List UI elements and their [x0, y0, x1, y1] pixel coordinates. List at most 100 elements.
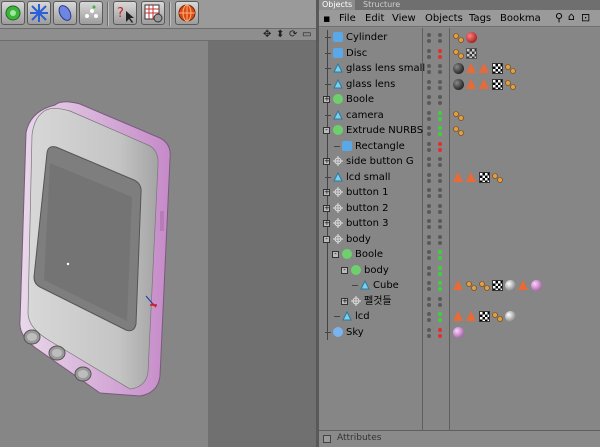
object-row[interactable]: Rectangle [319, 138, 600, 154]
menu-tags[interactable]: Tags [469, 12, 491, 25]
object-name[interactable]: button 3 [346, 217, 389, 230]
collapse-icon[interactable]: - [323, 235, 330, 243]
expand-icon[interactable]: + [323, 204, 330, 212]
spline-icon[interactable] [53, 1, 77, 25]
texture-tag-icon[interactable] [453, 125, 464, 136]
menu-file[interactable]: File [339, 12, 356, 25]
editor-visibility-dot[interactable] [427, 302, 431, 307]
editor-visibility-dot[interactable] [427, 271, 431, 276]
object-name[interactable]: button 2 [346, 202, 389, 215]
editor-visibility-dot[interactable] [427, 234, 431, 239]
dolly-view-icon[interactable]: ⬍ [276, 29, 284, 41]
object-row[interactable]: - body [319, 262, 600, 278]
object-row[interactable]: lcd small [319, 169, 600, 185]
render-visibility-dot[interactable] [438, 318, 442, 322]
expand-icon[interactable]: + [323, 220, 330, 227]
render-visibility-dot[interactable] [438, 48, 442, 53]
texture-tag-icon[interactable] [505, 79, 516, 90]
object-name[interactable]: camera [346, 109, 384, 122]
render-visibility-dot[interactable] [438, 101, 442, 105]
expand-icon[interactable]: + [341, 297, 348, 305]
render-visibility-dot[interactable] [438, 333, 442, 338]
render-visibility-dot[interactable] [438, 188, 442, 192]
uvw-tag-icon[interactable] [492, 63, 503, 74]
render-visibility-dot[interactable] [438, 95, 442, 99]
editor-visibility-dot[interactable] [427, 126, 431, 130]
editor-visibility-dot[interactable] [427, 70, 431, 74]
rotate-view-icon[interactable]: ⟳ [289, 29, 297, 41]
render-visibility-dot[interactable] [438, 250, 442, 254]
texture-tag-icon[interactable] [466, 280, 477, 291]
render-visibility-dot[interactable] [438, 281, 442, 285]
3d-viewport[interactable] [0, 41, 316, 447]
editor-visibility-dot[interactable] [427, 79, 431, 84]
render-visibility-dot[interactable] [438, 163, 442, 167]
collapse-icon[interactable]: - [341, 266, 348, 274]
object-name[interactable]: Sky [346, 326, 364, 339]
material-black-sphere-icon[interactable] [453, 78, 464, 90]
editor-visibility-dot[interactable] [427, 312, 431, 316]
render-visibility-dot[interactable] [438, 79, 442, 84]
object-name[interactable]: Disc [346, 47, 367, 60]
object-name[interactable]: side button G [346, 155, 414, 168]
editor-visibility-dot[interactable] [427, 318, 431, 322]
render-visibility-dot[interactable] [438, 178, 442, 183]
object-row[interactable]: glass lens small [319, 61, 600, 77]
hyper-nurbs-tag-icon[interactable] [466, 311, 476, 321]
render-visibility-dot[interactable] [438, 240, 442, 245]
uvw-tag-icon[interactable] [492, 280, 503, 291]
object-row[interactable]: - Boole [319, 247, 600, 263]
tab-objects[interactable]: Objects [319, 0, 356, 10]
texture-tag-icon[interactable] [505, 63, 516, 74]
object-row[interactable]: - Extrude NURBS [319, 123, 600, 139]
object-row[interactable]: Cylinder [319, 30, 600, 46]
tab-structure[interactable]: Structure [360, 0, 403, 10]
render-visibility-dot[interactable] [438, 157, 442, 161]
texture-tag-icon[interactable] [492, 172, 503, 183]
editor-visibility-dot[interactable] [427, 250, 431, 254]
editor-visibility-dot[interactable] [427, 281, 431, 285]
move-view-icon[interactable]: ✥ [263, 29, 271, 41]
object-name[interactable]: Boole [355, 248, 383, 261]
menu-edit[interactable]: Edit [365, 12, 384, 25]
editor-visibility-dot[interactable] [427, 172, 431, 177]
object-row[interactable]: camera [319, 107, 600, 123]
hyper-nurbs-tag-icon[interactable] [466, 63, 476, 73]
editor-visibility-dot[interactable] [427, 296, 431, 301]
render-visibility-dot[interactable] [438, 147, 442, 152]
object-row[interactable]: Sky [319, 324, 600, 340]
texture-tag-icon[interactable] [453, 32, 464, 43]
object-name[interactable]: glass lens small [346, 62, 425, 75]
render-visibility-dot[interactable] [438, 172, 442, 177]
uvw-tag-icon[interactable] [492, 78, 503, 90]
hyper-nurbs-tag-icon[interactable] [466, 171, 476, 182]
object-name[interactable]: Cube [373, 279, 399, 292]
expand-icon[interactable]: + [323, 189, 330, 196]
editor-visibility-dot[interactable] [427, 48, 431, 53]
hyper-nurbs-tag-icon[interactable] [453, 280, 463, 290]
object-row[interactable]: Cube [319, 278, 600, 294]
object-name[interactable]: glass lens [346, 78, 395, 91]
object-row[interactable]: + Boole [319, 92, 600, 108]
editor-visibility-dot[interactable] [427, 327, 431, 332]
object-name[interactable]: 펠것들 [364, 295, 392, 308]
editor-visibility-dot[interactable] [427, 333, 431, 338]
render-visibility-dot[interactable] [438, 126, 442, 130]
material-checker-icon[interactable] [466, 47, 477, 59]
generator-icon[interactable] [1, 1, 25, 25]
material-white-sphere-icon[interactable] [505, 311, 516, 322]
texture-tag-icon[interactable] [479, 280, 490, 291]
object-row[interactable]: lcd [319, 309, 600, 325]
deformer-icon[interactable] [27, 1, 51, 25]
object-row[interactable]: - body [319, 231, 600, 247]
editor-visibility-dot[interactable] [427, 225, 431, 229]
render-visibility-dot[interactable] [438, 302, 442, 307]
editor-visibility-dot[interactable] [427, 209, 431, 214]
render-visibility-dot[interactable] [438, 203, 442, 208]
search-icon[interactable]: ⚲ [555, 11, 563, 24]
editor-visibility-dot[interactable] [427, 265, 431, 270]
render-visibility-dot[interactable] [438, 234, 442, 239]
expand-icon[interactable]: + [323, 96, 330, 103]
object-name[interactable]: Extrude NURBS [346, 124, 423, 137]
render-visibility-dot[interactable] [438, 209, 442, 214]
